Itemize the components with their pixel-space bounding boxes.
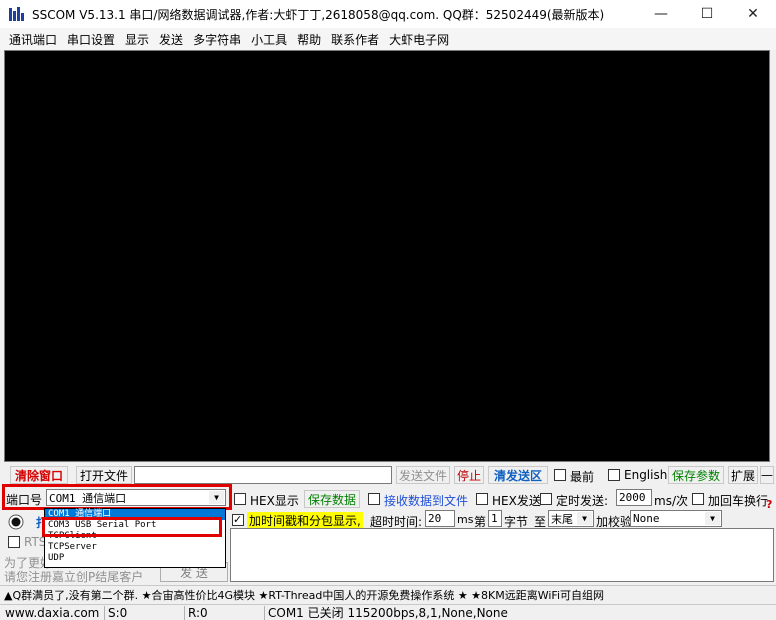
hex-send-label: HEX发送 xyxy=(492,494,541,508)
english-label: English xyxy=(624,468,668,482)
timestamp-checkbox[interactable] xyxy=(232,514,244,526)
status-sent-count: S:0 xyxy=(104,606,127,620)
end-select[interactable]: 末尾 ▼ xyxy=(548,510,594,527)
recv-to-file-checkbox[interactable] xyxy=(368,493,380,505)
save-params-button[interactable]: 保存参数 xyxy=(668,466,724,484)
add-newline-label: 加回车换行 xyxy=(708,494,769,508)
hex-display-label: HEX显示 xyxy=(250,494,299,508)
stop-button[interactable]: 停止 xyxy=(454,466,484,484)
status-port-info: COM1 已关闭 115200bps,8,1,None,None xyxy=(264,606,508,620)
chevron-down-icon[interactable]: ▼ xyxy=(705,512,720,525)
app-logo-icon xyxy=(9,7,24,21)
status-bar: www.daxia.com S:0 R:0 COM1 已关闭 115200bps… xyxy=(0,604,776,620)
rts-checkbox[interactable] xyxy=(8,536,20,548)
close-button[interactable]: ✕ xyxy=(730,0,776,28)
title-bar: SSCOM V5.13.1 串口/网络数据调试器,作者:大虾丁丁,2618058… xyxy=(0,0,776,28)
menu-daxia-website[interactable]: 大虾电子网 xyxy=(384,31,454,48)
open-file-button[interactable]: 打开文件 xyxy=(76,466,132,484)
sscom-window: SSCOM V5.13.1 串口/网络数据调试器,作者:大虾丁丁,2618058… xyxy=(0,0,776,620)
window-title: SSCOM V5.13.1 串口/网络数据调试器,作者:大虾丁丁,2618058… xyxy=(32,8,605,22)
save-data-button[interactable]: 保存数据 xyxy=(304,490,360,508)
receive-area[interactable] xyxy=(4,50,770,462)
english-checkbox[interactable] xyxy=(608,469,620,481)
top-most-label: 最前 xyxy=(570,470,595,484)
timed-send-checkbox[interactable] xyxy=(540,493,552,505)
timeout-unit: ms xyxy=(457,513,474,526)
clear-send-area-button[interactable]: 清发送区 xyxy=(488,466,548,484)
port-option-tcpserver[interactable]: TCPServer xyxy=(45,542,225,553)
port-option-udp[interactable]: UDP xyxy=(45,553,225,564)
chevron-down-icon[interactable]: ▼ xyxy=(209,491,224,504)
status-received-count: R:0 xyxy=(184,606,208,620)
send-text-area[interactable] xyxy=(230,528,774,582)
timestamp-label: 加时间戳和分包显示, xyxy=(247,512,363,529)
chevron-down-icon[interactable]: ▼ xyxy=(577,512,592,525)
menu-multi-string[interactable]: 多字符串 xyxy=(188,31,246,48)
menu-tools[interactable]: 小工具 xyxy=(246,31,292,48)
checksum-select-value: None xyxy=(633,512,660,525)
menu-contact-author[interactable]: 联系作者 xyxy=(326,31,384,48)
file-path-input[interactable] xyxy=(134,466,392,484)
port-select-value: COM1 通信端口 xyxy=(49,491,127,505)
maximize-button[interactable]: ☐ xyxy=(684,0,730,28)
hex-send-checkbox[interactable] xyxy=(476,493,488,505)
status-website[interactable]: www.daxia.com xyxy=(2,606,99,620)
hex-display-checkbox[interactable] xyxy=(234,493,246,505)
ad-marquee[interactable]: ▲Q群满员了,没有第二个群. ★合宙高性价比4G模块 ★RT-Thread中国人… xyxy=(0,585,776,603)
minimize-button[interactable]: — xyxy=(638,0,684,28)
timed-send-label: 定时发送: xyxy=(556,494,609,508)
top-most-checkbox[interactable] xyxy=(554,469,566,481)
expand-button[interactable]: 扩展 xyxy=(728,466,758,484)
note-line-2[interactable]: 请您注册嘉立创P结尾客户 xyxy=(4,568,143,585)
add-newline-checkbox[interactable] xyxy=(692,493,704,505)
interval-unit: ms/次 xyxy=(654,494,688,508)
recv-to-file-label[interactable]: 接收数据到文件 xyxy=(384,492,468,509)
port-status-led-icon xyxy=(8,514,24,530)
port-select[interactable]: COM1 通信端口 ▼ xyxy=(46,489,226,506)
menu-help[interactable]: 帮助 xyxy=(292,31,326,48)
menu-serial-settings[interactable]: 串口设置 xyxy=(62,31,120,48)
byte-index-input[interactable]: 1 xyxy=(488,510,502,527)
interval-input[interactable]: 2000 xyxy=(616,489,652,506)
com3-highlight-box xyxy=(42,517,222,537)
collapse-button[interactable]: — xyxy=(760,466,774,484)
timeout-input[interactable]: 20 xyxy=(425,510,455,527)
menu-display[interactable]: 显示 xyxy=(120,31,154,48)
end-select-value: 末尾 xyxy=(551,512,573,526)
send-file-button[interactable]: 发送文件 xyxy=(396,466,450,484)
help-icon[interactable]: ? xyxy=(766,498,772,511)
menu-comm-port[interactable]: 通讯端口 xyxy=(4,31,62,48)
menu-bar: 通讯端口 串口设置 显示 发送 多字符串 小工具 帮助 联系作者 大虾电子网 xyxy=(0,28,776,50)
checksum-select[interactable]: None ▼ xyxy=(630,510,722,527)
port-label: 端口号 xyxy=(6,493,43,507)
menu-send[interactable]: 发送 xyxy=(154,31,188,48)
clear-window-button[interactable]: 清除窗口 xyxy=(10,466,68,484)
